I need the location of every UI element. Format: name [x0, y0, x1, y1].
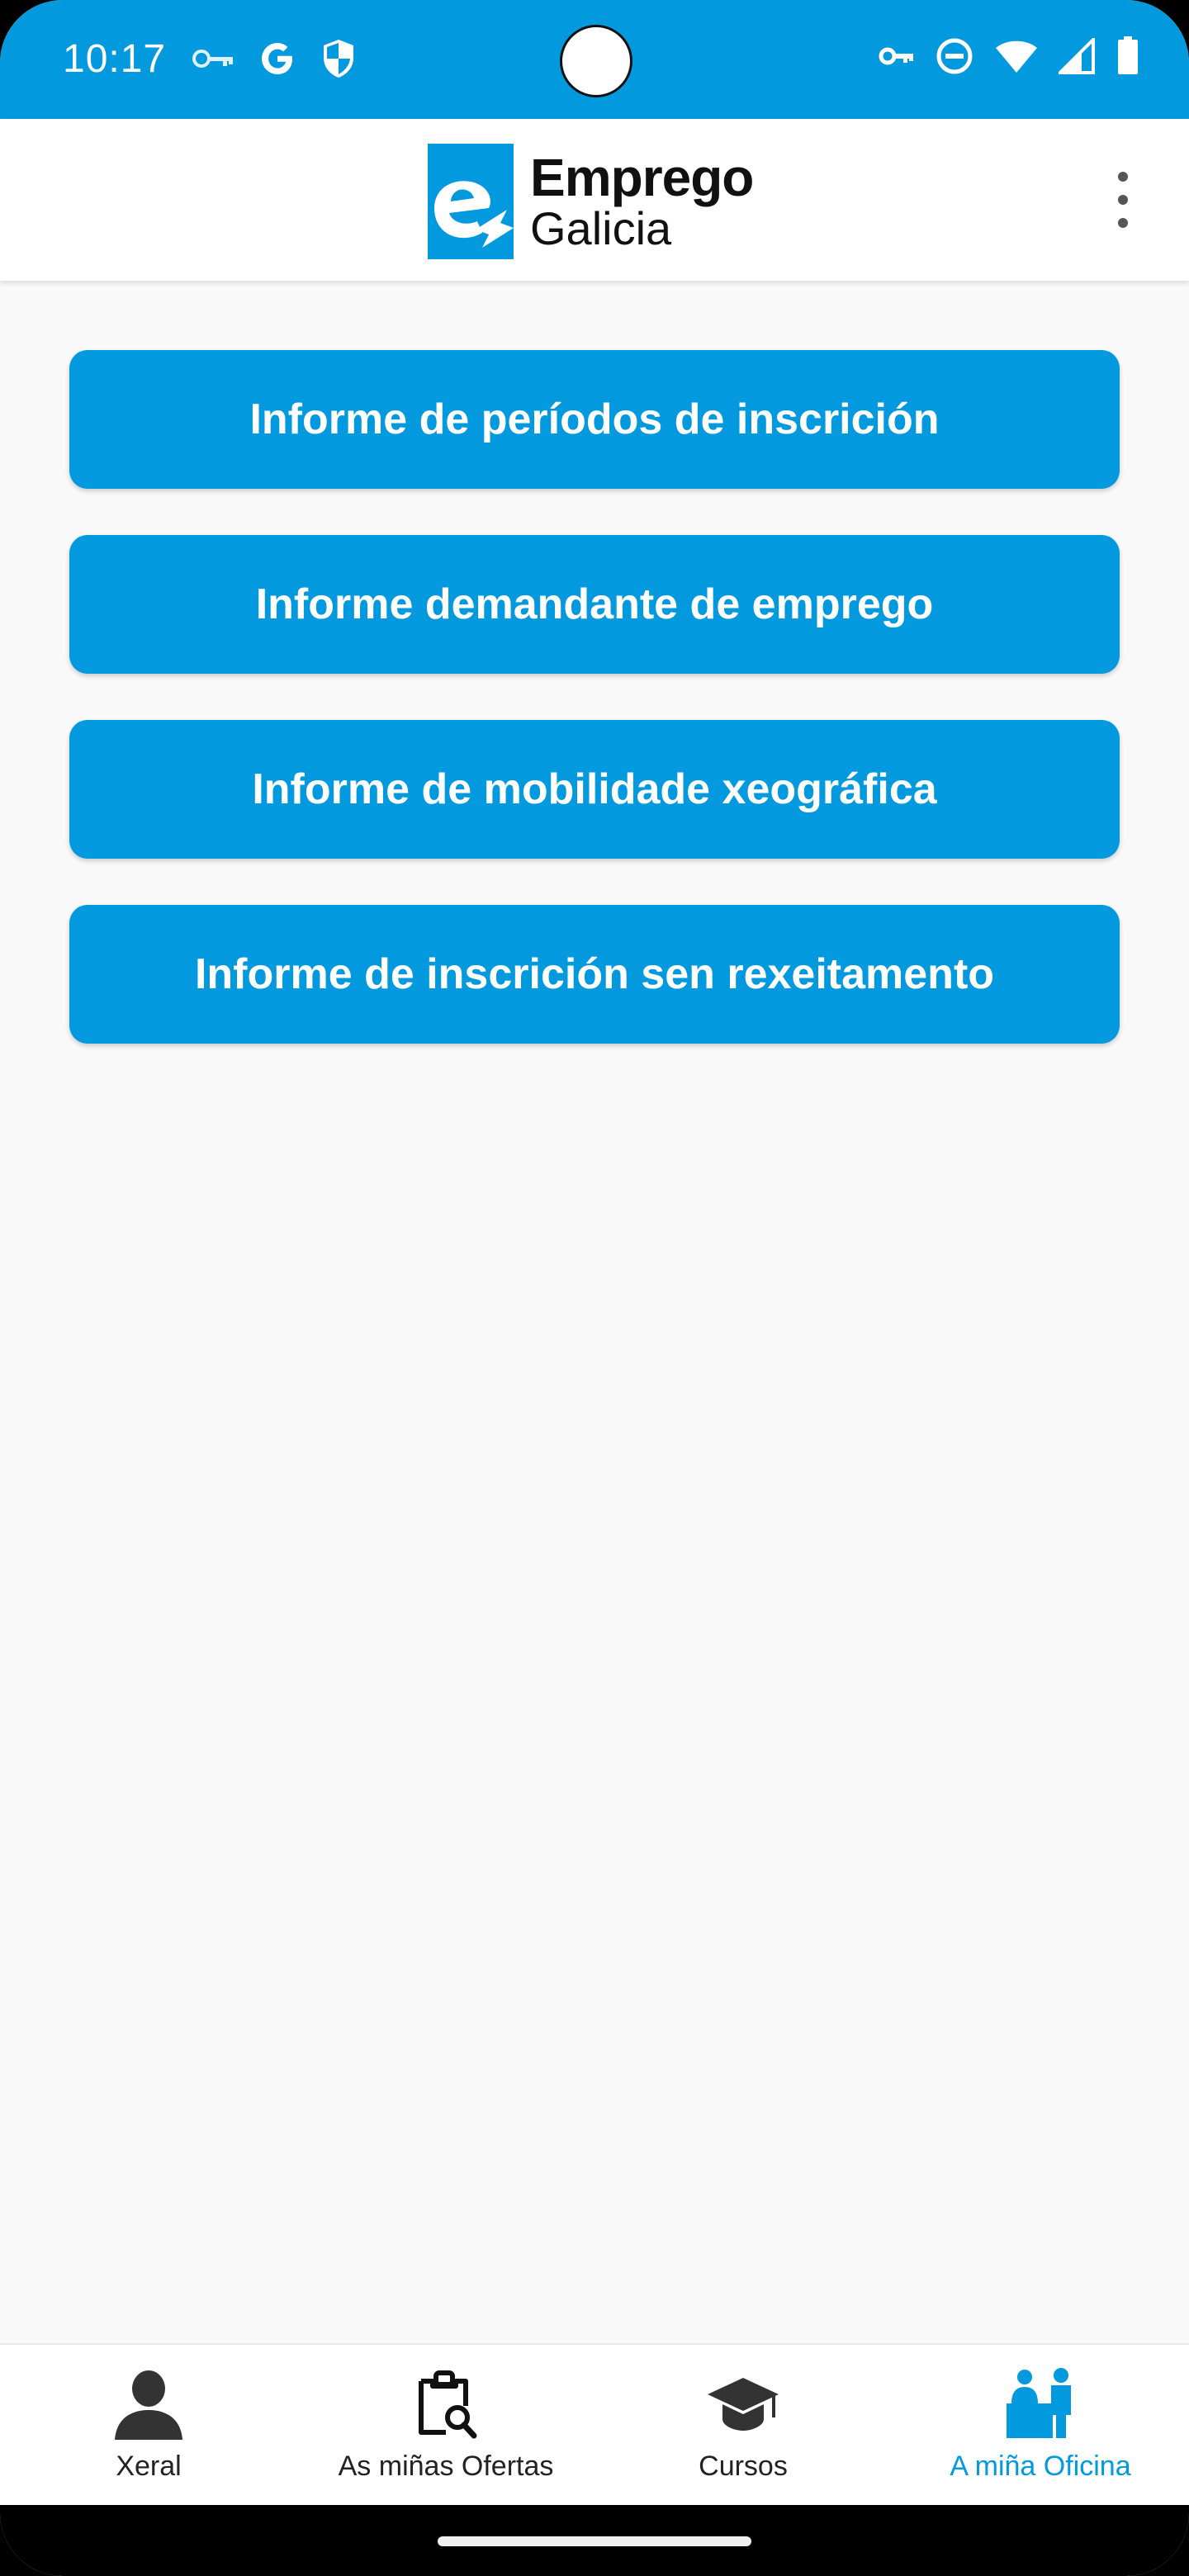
vpn-key-icon — [192, 46, 234, 75]
google-icon — [258, 39, 297, 83]
status-bar: 10:17 — [0, 0, 1189, 119]
logo-text: Emprego Galicia — [530, 148, 754, 254]
status-left-icons — [192, 38, 357, 83]
report-demandante-emprego-button[interactable]: Informe demandante de emprego — [69, 535, 1120, 674]
camera-cutout — [560, 25, 632, 97]
shield-icon — [320, 38, 357, 83]
home-gesture-handle[interactable] — [438, 2536, 751, 2546]
person-icon — [109, 2365, 188, 2444]
nav-label-xeral: Xeral — [116, 2451, 182, 2482]
app-screen: 10:17 Emprego Galicia Informe de período… — [0, 0, 1189, 2576]
signal-icon — [1056, 36, 1097, 78]
office-people-icon — [1001, 2365, 1080, 2444]
nav-item-xeral[interactable]: Xeral — [0, 2345, 297, 2507]
report-periodos-inscricion-button[interactable]: Informe de períodos de inscrición — [69, 350, 1120, 489]
do-not-disturb-icon — [935, 36, 974, 80]
nav-item-as-minas-ofertas[interactable]: As miñas Ofertas — [297, 2345, 594, 2507]
clipboard-search-icon — [406, 2365, 486, 2444]
status-right-icons — [879, 36, 1139, 80]
report-mobilidade-xeografica-button[interactable]: Informe de mobilidade xeográfica — [69, 720, 1120, 859]
bottom-navigation: Xeral As miñas Ofertas Cursos A miña Ofi… — [0, 2343, 1189, 2507]
vpn-key-icon — [879, 44, 915, 73]
nav-item-cursos[interactable]: Cursos — [594, 2345, 892, 2507]
status-time: 10:17 — [63, 37, 167, 81]
emprego-galicia-logo: Emprego Galicia — [428, 144, 754, 259]
app-bar: Emprego Galicia — [0, 119, 1189, 281]
battery-icon — [1116, 36, 1139, 80]
report-inscricion-sen-rexeitamento-button[interactable]: Informe de inscrición sen rexeitamento — [69, 905, 1120, 1044]
nav-item-a-mina-oficina[interactable]: A miña Oficina — [892, 2345, 1189, 2507]
emprego-galicia-logo-icon — [428, 144, 514, 259]
graduation-cap-icon — [703, 2365, 783, 2444]
wifi-icon — [994, 38, 1039, 78]
gesture-bar — [0, 2505, 1189, 2576]
logo-title: Emprego — [530, 148, 754, 207]
nav-label-as-minas-ofertas: As miñas Ofertas — [338, 2451, 554, 2482]
logo-subtitle: Galicia — [530, 202, 672, 254]
nav-label-a-mina-oficina: A miña Oficina — [950, 2451, 1131, 2482]
more-vert-icon[interactable] — [1103, 172, 1143, 228]
nav-label-cursos: Cursos — [699, 2451, 788, 2482]
